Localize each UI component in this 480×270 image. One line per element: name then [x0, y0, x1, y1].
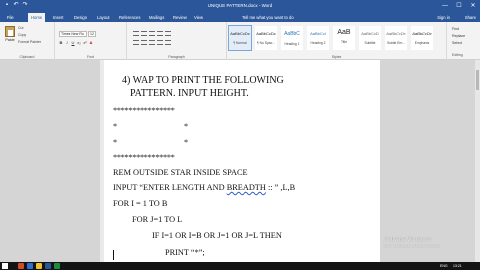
tab-file[interactable]: File: [4, 13, 17, 22]
taskbar: ENG 13:21: [0, 262, 480, 270]
tab-references[interactable]: References: [116, 13, 143, 22]
style-subtitle[interactable]: AaBbCcD Subtitle: [359, 26, 381, 50]
replace-button[interactable]: Replace: [452, 34, 465, 38]
taskbar-app-icon[interactable]: [27, 263, 33, 269]
word-window: ▪ ↶ ↷ UNIQUE PATTERN.docx - Word — ☐ ✕ F…: [0, 0, 480, 270]
taskbar-app-icon[interactable]: [36, 263, 42, 269]
editing-group-label: Editing: [452, 53, 463, 57]
style-heading-1[interactable]: AaBbC Heading 1: [281, 26, 303, 50]
doc-for-i-line: FOR I = 1 TO B: [113, 199, 168, 208]
doc-if-line: IF I=1 OR I=B OR J=1 OR J=L THEN: [152, 231, 282, 240]
minimize-button[interactable]: —: [438, 0, 452, 12]
styles-group-label: Styles: [331, 55, 342, 59]
paragraph-list-buttons: [133, 31, 171, 36]
window-title: UNIQUE PATTERN.docx - Word: [207, 3, 273, 8]
style-normal[interactable]: AaBbCcDc ¶ Normal: [228, 25, 252, 51]
ribbon-home: Paste Cut Copy Format Painter Clipboard …: [0, 22, 480, 60]
font-group-label: Font: [86, 55, 94, 59]
font-group: Times New Ro 12 B I U x₂ x² A Font: [55, 22, 127, 60]
clipboard-group-label: Clipboard: [19, 55, 35, 59]
numbering-icon[interactable]: [141, 31, 147, 36]
spelling-flag[interactable]: BREADTH: [227, 183, 266, 192]
doc-star-row-2-left: *: [113, 122, 118, 131]
doc-star-row-top: ****************: [113, 106, 175, 115]
close-button[interactable]: ✕: [466, 0, 480, 12]
font-size-dropdown[interactable]: 12: [88, 31, 96, 37]
style-heading-2[interactable]: AaBbCcI Heading 2: [307, 26, 329, 50]
superscript-button[interactable]: x²: [83, 40, 87, 45]
doc-for-j-line: FOR J=1 TO L: [132, 215, 183, 224]
justify-icon[interactable]: [157, 40, 163, 45]
maximize-button[interactable]: ☐: [452, 0, 466, 12]
window-controls: — ☐ ✕: [438, 0, 480, 12]
title-bar: ▪ ↶ ↷ UNIQUE PATTERN.docx - Word — ☐ ✕: [0, 0, 480, 12]
font-name-dropdown[interactable]: Times New Ro: [59, 31, 87, 37]
doc-rem-line: REM OUTSIDE STAR INSIDE SPACE: [113, 168, 248, 177]
tab-home[interactable]: Home: [28, 13, 46, 22]
styles-group: AaBbCcDc ¶ Normal AaBbCcDc ¶ No Spac... …: [227, 22, 447, 60]
doc-heading-line-2: PATTERN. INPUT HEIGHT.: [130, 88, 249, 99]
doc-star-row-3-right: *: [184, 138, 189, 147]
word-taskbar-icon[interactable]: [45, 263, 51, 269]
tab-mailings[interactable]: Mailings: [146, 13, 167, 22]
tab-view[interactable]: View: [191, 13, 206, 22]
paragraph-group: Paragraph: [127, 22, 227, 60]
font-format-buttons: B I U x₂ x² A: [59, 40, 93, 45]
increase-indent-icon[interactable]: [165, 31, 171, 36]
vertical-scrollbar[interactable]: [475, 60, 480, 262]
share-button[interactable]: Share: [465, 13, 476, 22]
copy-button[interactable]: Copy: [18, 33, 26, 37]
align-left-icon[interactable]: [133, 40, 139, 45]
tab-design[interactable]: Design: [71, 13, 90, 22]
doc-heading-line-1: 4) WAP TO PRINT THE FOLLOWING: [122, 75, 284, 86]
decrease-indent-icon[interactable]: [157, 31, 163, 36]
ribbon-tabs: File Home Insert Design Layout Reference…: [0, 12, 480, 22]
paragraph-align-buttons: [133, 40, 171, 45]
text-cursor: [113, 250, 114, 260]
paste-icon: [5, 26, 15, 37]
taskbar-app-icon[interactable]: [54, 263, 60, 269]
tab-layout[interactable]: Layout: [94, 13, 113, 22]
style-title[interactable]: AaB Title: [333, 26, 355, 50]
bullets-icon[interactable]: [133, 31, 139, 36]
scrollbar-thumb[interactable]: [476, 70, 479, 90]
sign-in-link[interactable]: Sign in: [437, 13, 450, 22]
format-painter-button[interactable]: Format Painter: [18, 40, 41, 44]
doc-input-line: INPUT “ENTER LENGTH AND BREADTH :: ” ,L,…: [113, 183, 296, 192]
taskbar-app-icon[interactable]: [18, 263, 24, 269]
doc-print-line: PRINT “*”;: [165, 248, 205, 257]
bold-button[interactable]: B: [59, 40, 63, 45]
style-no-spacing[interactable]: AaBbCcDc ¶ No Spac...: [255, 26, 277, 50]
doc-star-row-bottom: ****************: [113, 153, 175, 162]
activate-windows-watermark: Activate Windows Go to Settings to activ…: [384, 237, 441, 248]
clipboard-group: Paste Cut Copy Format Painter Clipboard: [0, 22, 55, 60]
font-color-button[interactable]: A: [89, 40, 93, 45]
taskbar-pinned-apps: [18, 263, 60, 269]
subscript-button[interactable]: x₂: [77, 40, 81, 45]
windows-start-icon[interactable]: [2, 263, 8, 269]
align-right-icon[interactable]: [149, 40, 155, 45]
style-subtle-emphasis[interactable]: AaBbCcDc Subtle Em...: [385, 26, 407, 50]
italic-button[interactable]: I: [65, 40, 69, 45]
paragraph-group-label: Paragraph: [168, 55, 185, 59]
underline-button[interactable]: U: [71, 40, 75, 45]
find-button[interactable]: Find: [452, 27, 459, 31]
tell-me-box[interactable]: Tell me what you want to do: [242, 13, 294, 22]
tab-insert[interactable]: Insert: [50, 13, 66, 22]
line-spacing-icon[interactable]: [165, 40, 171, 45]
style-emphasis[interactable]: AaBbCcDc Emphasis: [411, 26, 433, 50]
cut-button[interactable]: Cut: [18, 26, 23, 30]
align-center-icon[interactable]: [141, 40, 147, 45]
select-button[interactable]: Select: [452, 41, 462, 45]
doc-star-row-3-left: *: [113, 138, 118, 147]
tab-review[interactable]: Review: [170, 13, 190, 22]
taskbar-clock[interactable]: 13:21: [453, 262, 462, 270]
multilevel-list-icon[interactable]: [149, 31, 155, 36]
language-indicator[interactable]: ENG: [440, 262, 448, 270]
doc-star-row-2-right: *: [184, 122, 189, 131]
paste-button[interactable]: Paste: [4, 26, 16, 46]
